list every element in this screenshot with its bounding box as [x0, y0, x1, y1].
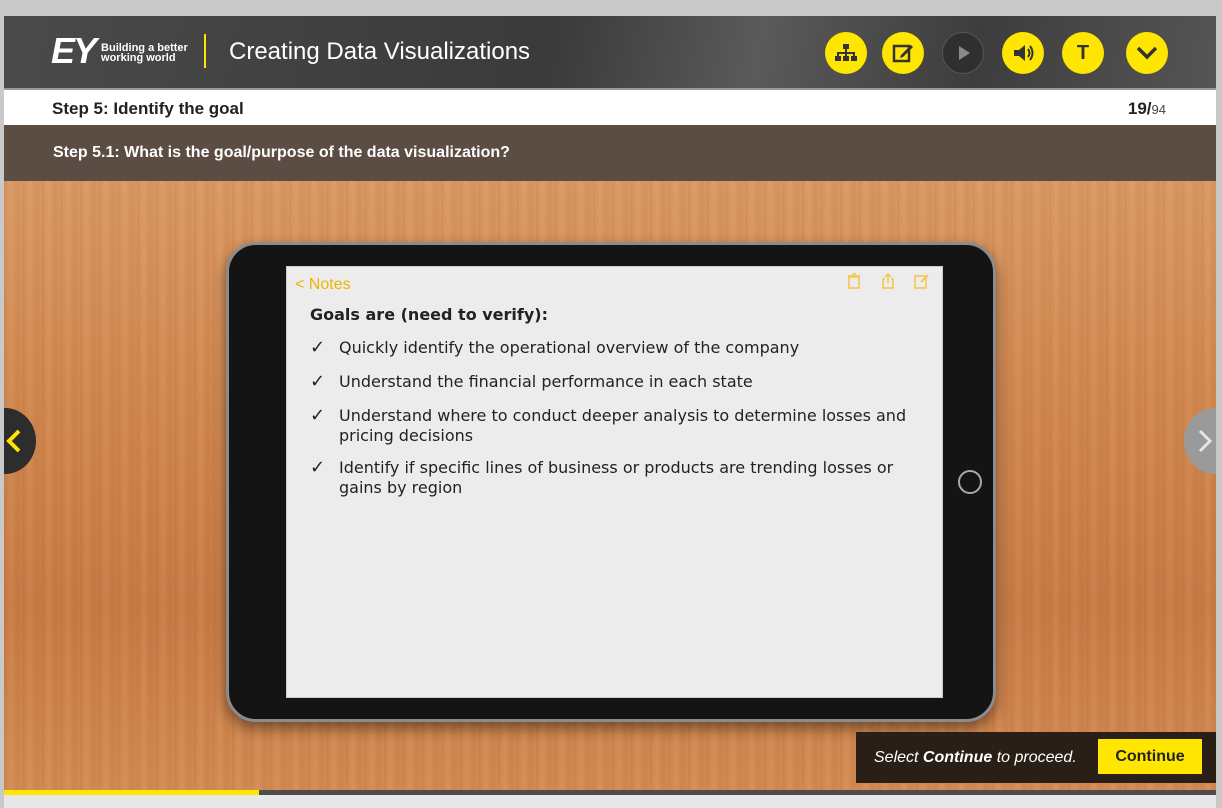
course-player: EY Building a better working world Creat…: [4, 16, 1216, 808]
goal-text: Understand the financial performance in …: [339, 372, 753, 391]
goal-item: ✓ Understand where to conduct deeper ana…: [310, 406, 910, 446]
transcript-icon: T: [1076, 41, 1090, 64]
checkmark-icon: ✓: [310, 371, 326, 392]
share-icon: [879, 272, 897, 291]
notes-edit-icon: [892, 44, 913, 63]
goal-item: ✓ Understand the financial performance i…: [310, 372, 910, 392]
header-divider: [204, 34, 206, 68]
substep-bar: Step 5.1: What is the goal/purpose of th…: [4, 125, 1216, 181]
chevron-left-icon: [6, 429, 21, 453]
instruction-prefix: Select: [874, 749, 923, 766]
continue-button[interactable]: Continue: [1098, 739, 1202, 774]
notes-button[interactable]: [882, 32, 924, 74]
trash-icon: [845, 273, 863, 291]
play-icon: [959, 46, 970, 60]
volume-icon: [1014, 45, 1034, 61]
checkmark-icon: ✓: [310, 457, 326, 478]
substep-title: Step 5.1: What is the goal/purpose of th…: [53, 144, 510, 161]
sitemap-button[interactable]: [825, 32, 867, 74]
compose-icon: [913, 273, 931, 291]
goal-text: Quickly identify the operational overvie…: [339, 338, 800, 357]
goal-text: Understand where to conduct deeper analy…: [339, 406, 907, 445]
chevron-down-icon: [1136, 46, 1158, 60]
course-title: Creating Data Visualizations: [229, 38, 531, 65]
chevron-right-icon: [1198, 429, 1213, 453]
current-page: 19/: [1127, 99, 1152, 118]
tablet-device: < Notes Goals are (need to verify): ✓ Qu…: [226, 242, 996, 722]
page-counter: 19/94: [1128, 99, 1166, 119]
content-stage: < Notes Goals are (need to verify): ✓ Qu…: [4, 181, 1216, 790]
ey-logo: EY Building a better working world: [51, 33, 191, 69]
checkmark-icon: ✓: [310, 337, 326, 358]
notes-back-link[interactable]: < Notes: [295, 276, 351, 294]
transcript-button[interactable]: T: [1062, 32, 1104, 74]
menu-toggle-button[interactable]: [1126, 32, 1168, 74]
continue-instruction: Select Continue to proceed.: [874, 749, 1077, 767]
step-title: Step 5: Identify the goal: [52, 99, 244, 118]
volume-button[interactable]: [1002, 32, 1044, 74]
notes-screen: < Notes Goals are (need to verify): ✓ Qu…: [286, 266, 943, 698]
step-bar: Step 5: Identify the goal 19/94: [4, 90, 1216, 125]
instruction-emphasis: Continue: [922, 749, 993, 766]
header-bar: EY Building a better working world Creat…: [4, 16, 1216, 90]
continue-panel: Select Continue to proceed. Continue: [856, 732, 1216, 783]
notes-heading: Goals are (need to verify):: [310, 305, 549, 324]
goal-text: Identify if specific lines of business o…: [339, 458, 894, 497]
goal-item: ✓ Quickly identify the operational overv…: [310, 338, 910, 358]
logo-tagline: Building a better working world: [101, 42, 188, 64]
total-pages: 94: [1151, 102, 1166, 117]
play-button[interactable]: [942, 32, 984, 74]
bottom-strip: [4, 795, 1216, 808]
goal-item: ✓ Identify if specific lines of business…: [310, 458, 910, 498]
sitemap-icon: [835, 44, 857, 61]
logo-mark: EY: [51, 30, 97, 71]
instruction-suffix: to proceed.: [992, 749, 1077, 766]
checkmark-icon: ✓: [310, 405, 326, 426]
tablet-home-button: [958, 470, 982, 494]
